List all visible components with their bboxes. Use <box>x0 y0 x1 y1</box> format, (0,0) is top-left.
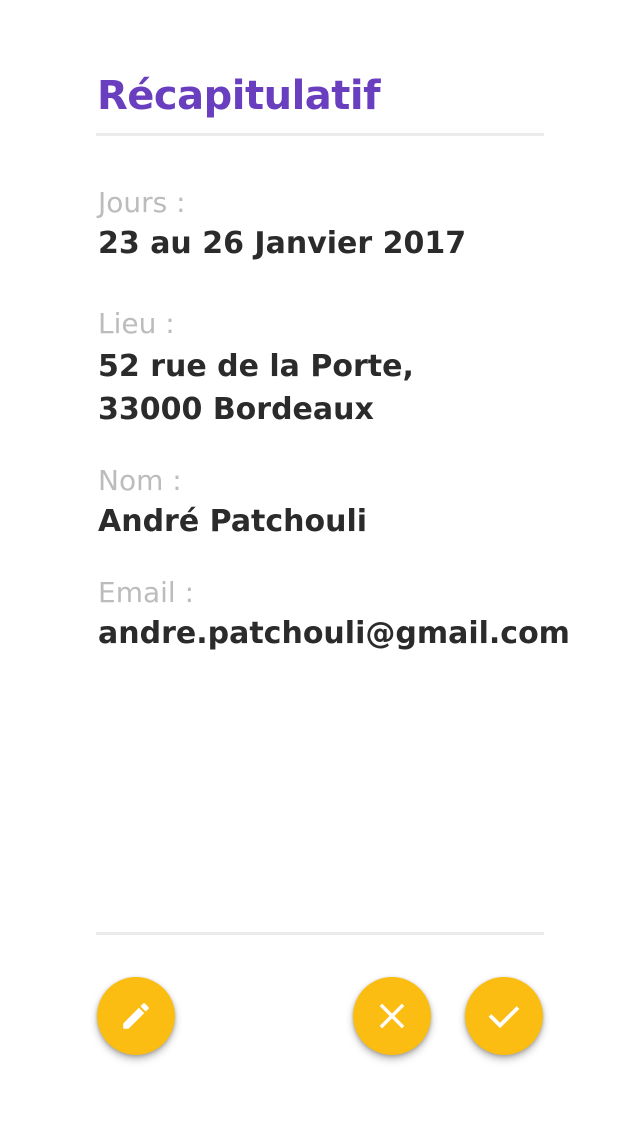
page-title: Récapitulatif <box>97 73 381 119</box>
confirm-button[interactable] <box>465 977 543 1055</box>
title-divider <box>96 133 544 136</box>
email-value: andre.patchouli@gmail.com <box>98 616 570 651</box>
name-label: Nom : <box>98 464 182 497</box>
name-value: André Patchouli <box>98 504 368 539</box>
email-label: Email : <box>98 576 195 609</box>
pencil-icon <box>119 999 153 1033</box>
location-value-line-2: 33000 Bordeaux <box>98 392 374 427</box>
summary-card: Récapitulatif Jours : 23 au 26 Janvier 2… <box>0 0 640 1136</box>
check-icon <box>485 997 523 1035</box>
days-value: 23 au 26 Janvier 2017 <box>98 226 467 261</box>
edit-button[interactable] <box>97 977 175 1055</box>
location-label: Lieu : <box>98 307 175 340</box>
location-value-line-1: 52 rue de la Porte, <box>98 349 414 384</box>
days-label: Jours : <box>98 186 186 219</box>
cancel-button[interactable] <box>353 977 431 1055</box>
close-icon <box>375 999 409 1033</box>
actions-divider <box>96 932 544 935</box>
